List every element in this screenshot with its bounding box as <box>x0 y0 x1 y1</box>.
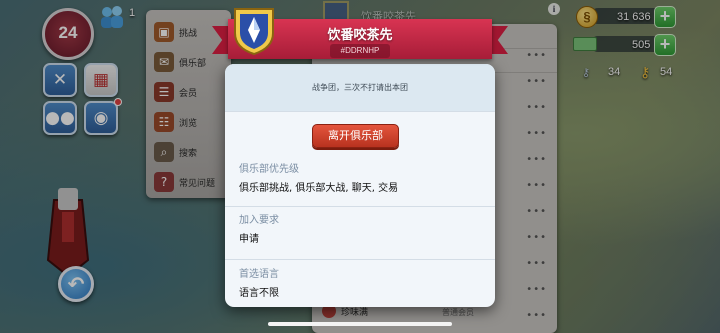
home-indicator[interactable] <box>268 322 452 326</box>
club-priority-section: 俱乐部优先级 俱乐部挑战, 俱乐部大战, 聊天, 交易 <box>239 160 481 194</box>
join-requirement-value: 申请 <box>239 234 259 245</box>
join-requirement-section: 加入要求 申请 <box>239 211 481 245</box>
club-description: 战争团，三次不打请出本团 <box>225 64 495 112</box>
preferred-language-section: 首选语言 语言不限 <box>239 265 481 299</box>
club-shield-icon <box>234 8 274 56</box>
preferred-language-label: 首选语言 <box>239 269 279 280</box>
club-tag: #DDRNHP <box>330 44 390 58</box>
club-info-modal: 战争团，三次不打请出本团 离开俱乐部 俱乐部优先级 俱乐部挑战, 俱乐部大战, … <box>225 64 495 307</box>
leave-club-button[interactable]: 离开俱乐部 <box>312 124 399 148</box>
club-priority-label: 俱乐部优先级 <box>239 164 299 175</box>
join-requirement-label: 加入要求 <box>239 215 279 226</box>
club-priority-value: 俱乐部挑战, 俱乐部大战, 聊天, 交易 <box>239 183 399 194</box>
preferred-language-value: 语言不限 <box>239 288 279 299</box>
